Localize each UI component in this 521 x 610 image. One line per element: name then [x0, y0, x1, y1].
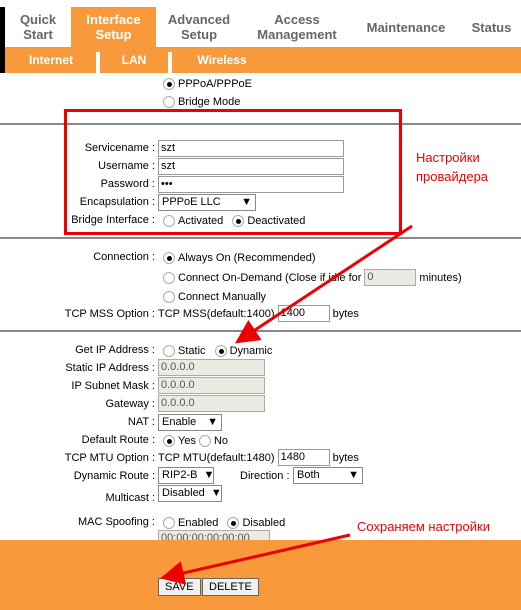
annotation-arrows: [160, 224, 413, 585]
arrow-to-ip: [234, 224, 413, 344]
arrow-to-save: [160, 533, 351, 585]
